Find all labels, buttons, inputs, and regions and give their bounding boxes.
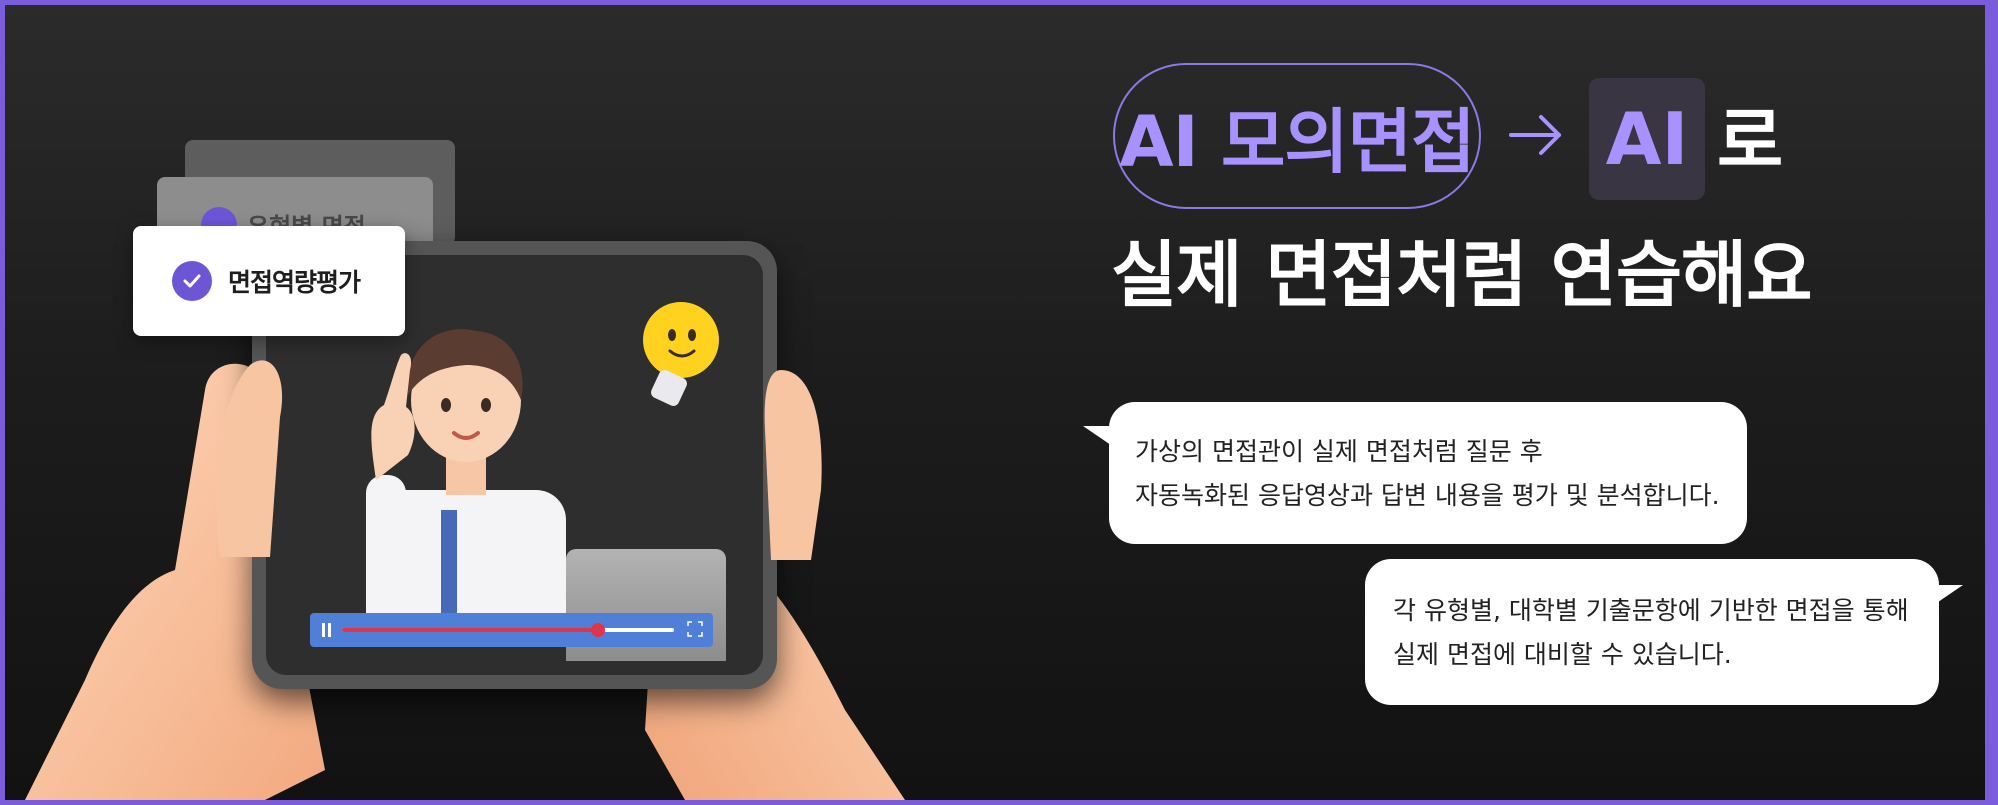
- arrow-right-icon: [1509, 115, 1561, 155]
- fullscreen-icon[interactable]: [687, 621, 703, 637]
- bubble-1-line-2: 자동녹화된 응답영상과 답변 내용을 평가 및 분석합니다.: [1135, 481, 1720, 510]
- lightbulb-icon: [643, 302, 719, 406]
- headline-suffix: 로: [1717, 99, 1784, 183]
- check-icon: [172, 261, 212, 301]
- bubble-2-line-1: 각 유형별, 대학별 기출문항에 기반한 면접을 통해: [1393, 596, 1909, 625]
- card-front-label: 면접역량평가: [228, 268, 361, 297]
- left-thumb-illustration: [216, 360, 283, 557]
- speech-bubble-1: 가상의 면접관이 실제 면접처럼 질문 후 자동녹화된 응답영상과 답변 내용을…: [1083, 402, 1747, 544]
- ai-badge: AI: [1589, 78, 1705, 200]
- competency-evaluation-card[interactable]: 면접역량평가: [133, 226, 405, 336]
- interviewer-avatar: [366, 329, 566, 635]
- progress-track[interactable]: [342, 623, 674, 637]
- ai-mock-interview-pill[interactable]: AI 모의면접: [1113, 63, 1481, 209]
- right-thumb-illustration: [764, 370, 822, 560]
- video-player-controls[interactable]: [310, 613, 713, 647]
- bubble-1-line-1: 가상의 면접관이 실제 면접처럼 질문 후: [1135, 437, 1543, 466]
- progress-fill: [342, 628, 598, 632]
- bubble-2-line-2: 실제 면접에 대비할 수 있습니다.: [1393, 640, 1732, 669]
- progress-knob[interactable]: [590, 623, 605, 637]
- speech-bubble-2: 각 유형별, 대학별 기출문항에 기반한 면접을 통해 실제 면접에 대비할 수…: [1365, 559, 1963, 705]
- interview-banner: AI 모의면접 AI 로 실제 면접처럼 연습해요 가상의 면접관이 실제 면접…: [5, 5, 1985, 800]
- pause-icon[interactable]: [322, 623, 325, 637]
- headline-subtitle: 실제 면접처럼 연습해요: [1111, 233, 1813, 317]
